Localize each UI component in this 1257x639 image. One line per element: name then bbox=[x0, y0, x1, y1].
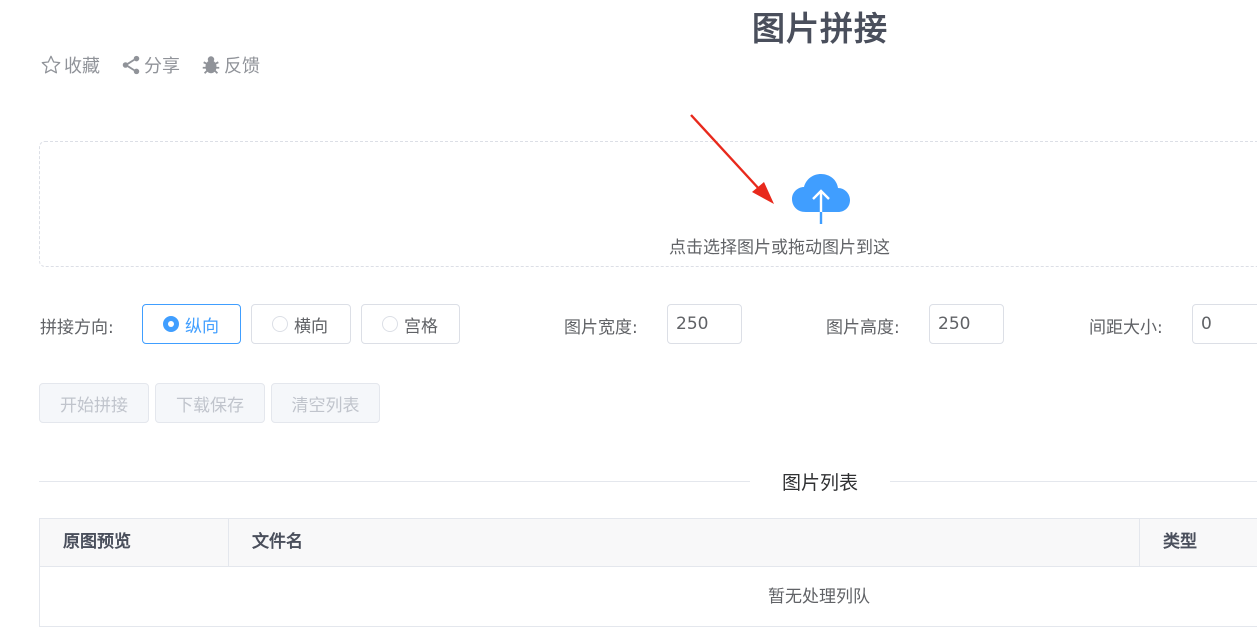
divider-left bbox=[39, 481, 750, 482]
divider-right bbox=[890, 481, 1257, 482]
action-bar: 收藏 分享 反馈 bbox=[40, 52, 260, 78]
spacing-label: 间距大小: bbox=[1089, 318, 1163, 338]
radio-dot bbox=[163, 316, 179, 332]
share-label: 分享 bbox=[144, 56, 180, 77]
radio-label: 宫格 bbox=[404, 316, 438, 337]
column-type: 类型 bbox=[1139, 519, 1257, 566]
upload-dropzone[interactable] bbox=[39, 141, 1257, 267]
bug-icon bbox=[200, 54, 222, 76]
clear-list-button[interactable]: 清空列表 bbox=[271, 383, 380, 423]
page-title: 图片拼接 bbox=[752, 9, 888, 48]
direction-grid-radio[interactable]: 宫格 bbox=[361, 304, 460, 344]
radio-label: 横向 bbox=[294, 316, 328, 337]
direction-vertical-radio[interactable]: 纵向 bbox=[142, 304, 241, 344]
star-icon bbox=[40, 54, 62, 76]
image-list-table: 原图预览 文件名 类型 暂无处理列队 bbox=[39, 518, 1257, 627]
direction-label: 拼接方向: bbox=[40, 318, 114, 338]
radio-dot bbox=[382, 316, 398, 332]
column-preview: 原图预览 bbox=[63, 532, 131, 552]
upload-hint: 点击选择图片或拖动图片到这 bbox=[669, 238, 890, 258]
radio-label: 纵向 bbox=[185, 316, 219, 337]
height-input[interactable] bbox=[929, 304, 1004, 344]
direction-horizontal-radio[interactable]: 横向 bbox=[251, 304, 351, 344]
share-action[interactable]: 分享 bbox=[120, 52, 180, 78]
table-empty-row: 暂无处理列队 bbox=[40, 567, 1257, 627]
cloud-upload-icon bbox=[790, 172, 852, 230]
radio-dot bbox=[272, 316, 288, 332]
spacing-input[interactable] bbox=[1192, 304, 1257, 344]
width-label: 图片宽度: bbox=[564, 318, 638, 338]
feedback-label: 反馈 bbox=[224, 56, 260, 77]
height-label: 图片高度: bbox=[826, 318, 900, 338]
download-save-button[interactable]: 下载保存 bbox=[155, 383, 265, 423]
red-arrow-annotation bbox=[688, 112, 788, 216]
column-filename: 文件名 bbox=[228, 519, 1139, 566]
image-list-title: 图片列表 bbox=[781, 472, 858, 494]
width-input[interactable] bbox=[667, 304, 742, 344]
empty-text: 暂无处理列队 bbox=[768, 587, 870, 607]
feedback-action[interactable]: 反馈 bbox=[200, 52, 260, 78]
favorite-label: 收藏 bbox=[64, 56, 100, 77]
share-icon bbox=[120, 54, 142, 76]
favorite-action[interactable]: 收藏 bbox=[40, 52, 100, 78]
start-stitch-button[interactable]: 开始拼接 bbox=[39, 383, 149, 423]
table-header: 原图预览 文件名 类型 bbox=[40, 519, 1257, 567]
